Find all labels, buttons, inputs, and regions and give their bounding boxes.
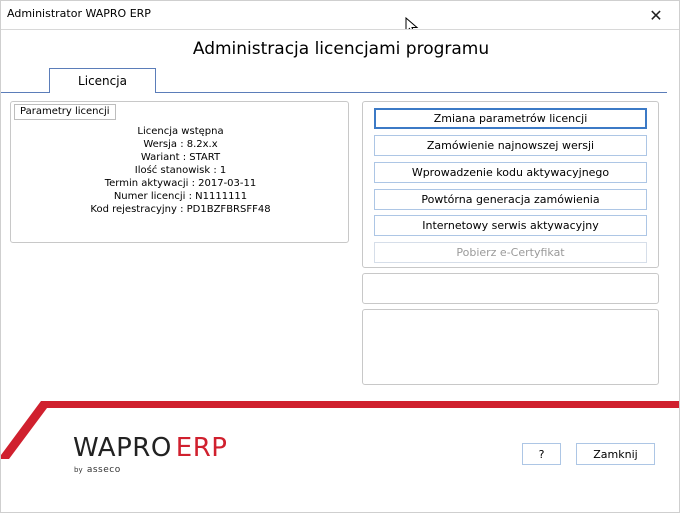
logo-company: asseco	[86, 465, 121, 475]
logo-brand: WAPRO	[73, 433, 172, 463]
license-activation-date: Termin aktywacji : 2017-03-11	[104, 178, 257, 189]
change-license-params-button[interactable]: Zmiana parametrów licencji	[374, 108, 647, 129]
close-button[interactable]: Zamknij	[576, 443, 655, 465]
license-version: Wersja : 8.2x.x	[143, 139, 218, 150]
license-params-group: Parametry licencji Licencja wstępna Wers…	[10, 101, 349, 243]
window-title: Administrator WAPRO ERP	[7, 7, 151, 20]
enter-activation-code-button[interactable]: Wprowadzenie kodu aktywacyjnego	[374, 162, 647, 183]
logo-product: ERP	[175, 433, 228, 463]
license-type: Licencja wstępna	[137, 126, 224, 137]
wapro-erp-logo: WAPRO ERP by asseco	[73, 433, 228, 475]
title-bar: Administrator WAPRO ERP ✕	[1, 1, 679, 29]
order-latest-version-button[interactable]: Zamówienie najnowszej wersji	[374, 135, 647, 156]
page-title: Administracja licencjami programu	[192, 39, 490, 59]
license-variant: Wariant : START	[140, 152, 221, 163]
message-panel	[362, 309, 659, 385]
help-button[interactable]: ?	[522, 443, 561, 465]
regenerate-order-button[interactable]: Powtórna generacja zamówienia	[374, 189, 647, 210]
registration-code: Kod rejestracyjny : PD1BZFBRSFF48	[90, 204, 271, 215]
license-number: Numer licencji : N1111111	[113, 191, 248, 202]
logo-by: by	[74, 466, 83, 474]
license-params-label: Parametry licencji	[14, 104, 116, 120]
download-ecertificate-button: Pobierz e-Certyfikat	[374, 242, 647, 263]
logo-byline: by asseco	[74, 465, 121, 475]
online-activation-service-button[interactable]: Internetowy serwis aktywacyjny	[374, 215, 647, 236]
close-icon[interactable]: ✕	[633, 1, 679, 29]
status-panel	[362, 273, 659, 304]
tab-licencja[interactable]: Licencja	[49, 68, 156, 93]
license-info: Licencja wstępna Wersja : 8.2x.x Wariant…	[11, 125, 350, 216]
license-seats: Ilość stanowisk : 1	[134, 165, 227, 176]
actions-group: Zmiana parametrów licencji Zamówienie na…	[362, 101, 659, 268]
license-admin-window: Administrator WAPRO ERP ✕ Administracja …	[0, 0, 680, 513]
dialog-content: Administracja licencjami programu Licenc…	[1, 29, 679, 512]
